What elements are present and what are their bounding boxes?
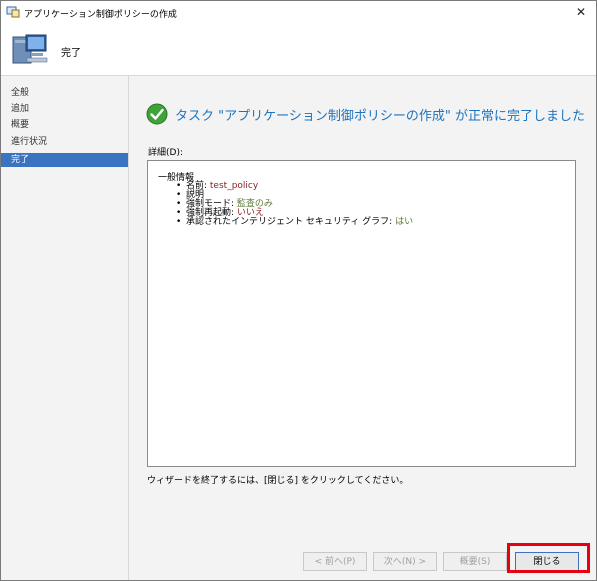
details-textbox[interactable]: 一般情報 名前: test_policy 説明 強制モード: 監査のみ 強制再起… [147,160,576,467]
back-button[interactable]: < 前へ(P) [303,552,367,571]
detail-value: test_policy [209,181,259,191]
wizard-header: 完了 [1,25,596,76]
summary-button[interactable]: 概要(S) [443,552,507,571]
button-bar: < 前へ(P) 次へ(N) > 概要(S) 閉じる [129,538,596,580]
next-button[interactable]: 次へ(N) > [373,552,437,571]
detail-value: はい [395,217,414,227]
sidebar-item-progress[interactable]: 進行状況 [1,135,128,149]
title-bar: アプリケーション制御ポリシーの作成 ✕ [1,1,596,25]
window-title: アプリケーション制御ポリシーの作成 [24,10,177,20]
sidebar-item-add[interactable]: 追加 [1,102,128,116]
detail-name: 名前: test_policy [176,181,413,192]
computer-icon [12,34,48,64]
main-content: タスク "アプリケーション制御ポリシーの作成" が正常に完了しました 詳細(D)… [129,76,596,580]
details-label: 詳細(D): [148,148,183,158]
detail-key: 承認されたインテリジェント セキュリティ グラフ: [186,217,396,227]
finish-instruction: ウィザードを終了するには、[閉じる] をクリックしてください。 [147,476,409,486]
success-check-icon [146,103,168,125]
sidebar-item-complete[interactable]: 完了 [1,153,128,167]
wizard-sidebar: 全般 追加 概要 進行状況 完了 [1,76,129,580]
window-close-button[interactable]: ✕ [566,1,596,25]
policy-app-icon [6,6,20,18]
details-list: 名前: test_policy 説明 強制モード: 監査のみ 強制再起動: いい… [176,181,414,228]
status-title: タスク "アプリケーション制御ポリシーの作成" が正常に完了しました [175,109,585,124]
sidebar-item-general[interactable]: 全般 [1,86,128,100]
close-button[interactable]: 閉じる [515,552,579,571]
detail-isg: 承認されたインテリジェント セキュリティ グラフ: はい [176,217,414,228]
wizard-window: アプリケーション制御ポリシーの作成 ✕ 完了 全般 追加 概要 進行状況 完了 … [0,0,597,581]
sidebar-item-summary[interactable]: 概要 [1,118,128,132]
page-title: 完了 [61,48,81,59]
